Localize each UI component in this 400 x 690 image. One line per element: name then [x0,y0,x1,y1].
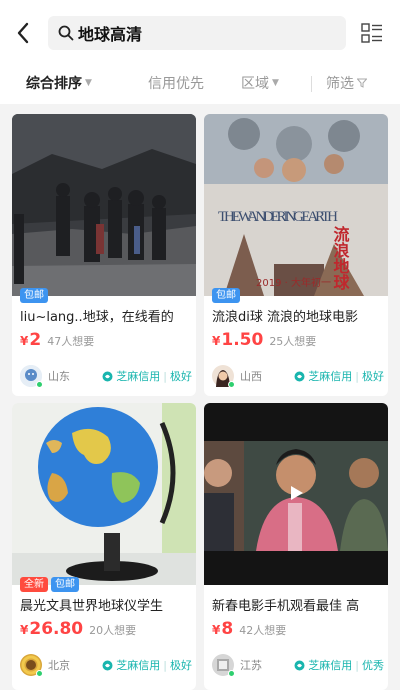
online-dot [36,670,43,677]
zhima-credit-icon [294,371,305,381]
want-count: 20人想要 [89,624,137,637]
zhima-credit-icon [102,371,113,381]
product-tags: 全新 包邮 [20,577,82,592]
filter-label: 筛选 [326,76,354,92]
funnel-icon [357,78,367,88]
filter-region[interactable]: 区域 ▼ [241,72,279,94]
product-title[interactable]: 新春电影手机观看最佳 高 [212,595,384,614]
currency-symbol: ¥ [212,623,221,637]
credit-badge: 芝麻信用 | 优秀 [294,657,384,673]
product-image[interactable] [12,114,196,296]
product-title[interactable]: liu~lang..地球，在线看的 [20,306,192,325]
product-image[interactable]: THE WANDERING EARTH 流浪地球 2019 · 大年初一 [204,114,388,296]
poster-title-text: THE WANDERING EARTH [218,209,338,225]
price-row: ¥ 1.50 25人想要 [212,330,316,350]
product-price: 1.50 [221,330,264,350]
credit-separator: | [163,658,167,672]
seller-location: 江苏 [240,659,262,672]
credit-badge: 芝麻信用 | 极好 [102,368,192,384]
product-card[interactable]: THE WANDERING EARTH 流浪地球 2019 · 大年初一 包邮 … [204,114,388,396]
avatar[interactable] [20,654,43,677]
credit-badge: 芝麻信用 | 极好 [294,368,384,384]
filter-sort-comprehensive[interactable]: 综合排序 ▼ [26,72,92,94]
free-shipping-tag: 包邮 [212,288,240,303]
credit-label: 芝麻信用 [116,370,161,383]
want-count: 42人想要 [239,624,287,637]
product-card[interactable]: 新春电影手机观看最佳 高 ¥ 8 42人想要 江苏 芝麻信用 | 优秀 [204,403,388,690]
avatar[interactable] [20,365,43,388]
layout-toggle-button[interactable] [358,20,386,46]
want-count: 47人想要 [47,335,95,348]
zhima-credit-icon [102,660,113,670]
poster-cn-title: 流浪地球 [331,225,350,291]
filter-credit-first[interactable]: 信用优先 [148,72,204,94]
product-title[interactable]: 流浪di球 流浪的地球电影 [212,306,384,325]
filter-label: 综合排序 [26,76,82,92]
credit-label: 芝麻信用 [308,659,353,672]
seller-row: 北京 芝麻信用 | 极好 [20,653,192,677]
product-price: 2 [29,330,42,350]
seller-location: 山西 [240,370,262,383]
seller-row: 山东 芝麻信用 | 极好 [20,364,192,388]
currency-symbol: ¥ [20,623,29,637]
brand-new-tag: 全新 [20,577,48,592]
price-row: ¥ 8 42人想要 [212,619,286,639]
filter-label: 信用优先 [148,76,204,92]
back-arrow-icon[interactable] [16,22,30,44]
credit-separator: | [163,369,167,383]
seller-location: 山东 [48,370,70,383]
zhima-credit-icon [294,660,305,670]
credit-level: 优秀 [362,659,384,672]
product-image[interactable] [204,403,388,585]
price-row: ¥ 2 47人想要 [20,330,94,350]
credit-label: 芝麻信用 [116,659,161,672]
seller-row: 山西 芝麻信用 | 极好 [212,364,384,388]
currency-symbol: ¥ [212,334,221,348]
online-dot [36,381,43,388]
online-dot [228,670,235,677]
credit-level: 极好 [170,659,192,672]
chevron-down-icon: ▼ [272,78,279,88]
product-image[interactable] [12,403,196,585]
currency-symbol: ¥ [20,334,29,348]
credit-level: 极好 [362,370,384,383]
filter-bar: 综合排序 ▼ 信用优先 区域 ▼ 筛选 [0,62,400,104]
product-tags: 包邮 [212,288,243,303]
want-count: 25人想要 [269,335,317,348]
play-icon[interactable] [288,485,304,501]
filter-label: 区域 [241,76,269,92]
search-query[interactable]: 地球高清 [78,21,142,45]
product-card[interactable]: 全新 包邮 晨光文具世界地球仪学生 ¥ 26.80 20人想要 北京 芝麻信用 … [12,403,196,690]
credit-level: 极好 [170,370,192,383]
search-input[interactable]: 地球高清 [48,16,346,50]
poster-date: 2019 · 大年初一 [256,276,331,289]
avatar[interactable] [212,365,235,388]
product-card[interactable]: 包邮 liu~lang..地球，在线看的 ¥ 2 47人想要 山东 芝麻信用 |… [12,114,196,396]
filter-screen[interactable]: 筛选 [326,72,367,94]
back-button[interactable] [10,18,36,48]
price-row: ¥ 26.80 20人想要 [20,619,136,639]
avatar[interactable] [212,654,235,677]
product-price: 26.80 [29,619,84,639]
chevron-down-icon: ▼ [85,78,92,88]
seller-row: 江苏 芝麻信用 | 优秀 [212,653,384,677]
credit-separator: | [355,369,359,383]
seller-location: 北京 [48,659,70,672]
product-tags: 包邮 [20,288,51,303]
top-bar: 地球高清 [0,0,400,62]
online-dot [228,381,235,388]
divider [311,76,312,92]
credit-badge: 芝麻信用 | 极好 [102,657,192,673]
product-price: 8 [221,619,234,639]
credit-label: 芝麻信用 [308,370,353,383]
credit-separator: | [355,658,359,672]
list-grid-icon[interactable] [361,23,383,43]
free-shipping-tag: 包邮 [51,577,79,592]
product-title[interactable]: 晨光文具世界地球仪学生 [20,595,192,614]
search-icon [58,25,74,41]
free-shipping-tag: 包邮 [20,288,48,303]
